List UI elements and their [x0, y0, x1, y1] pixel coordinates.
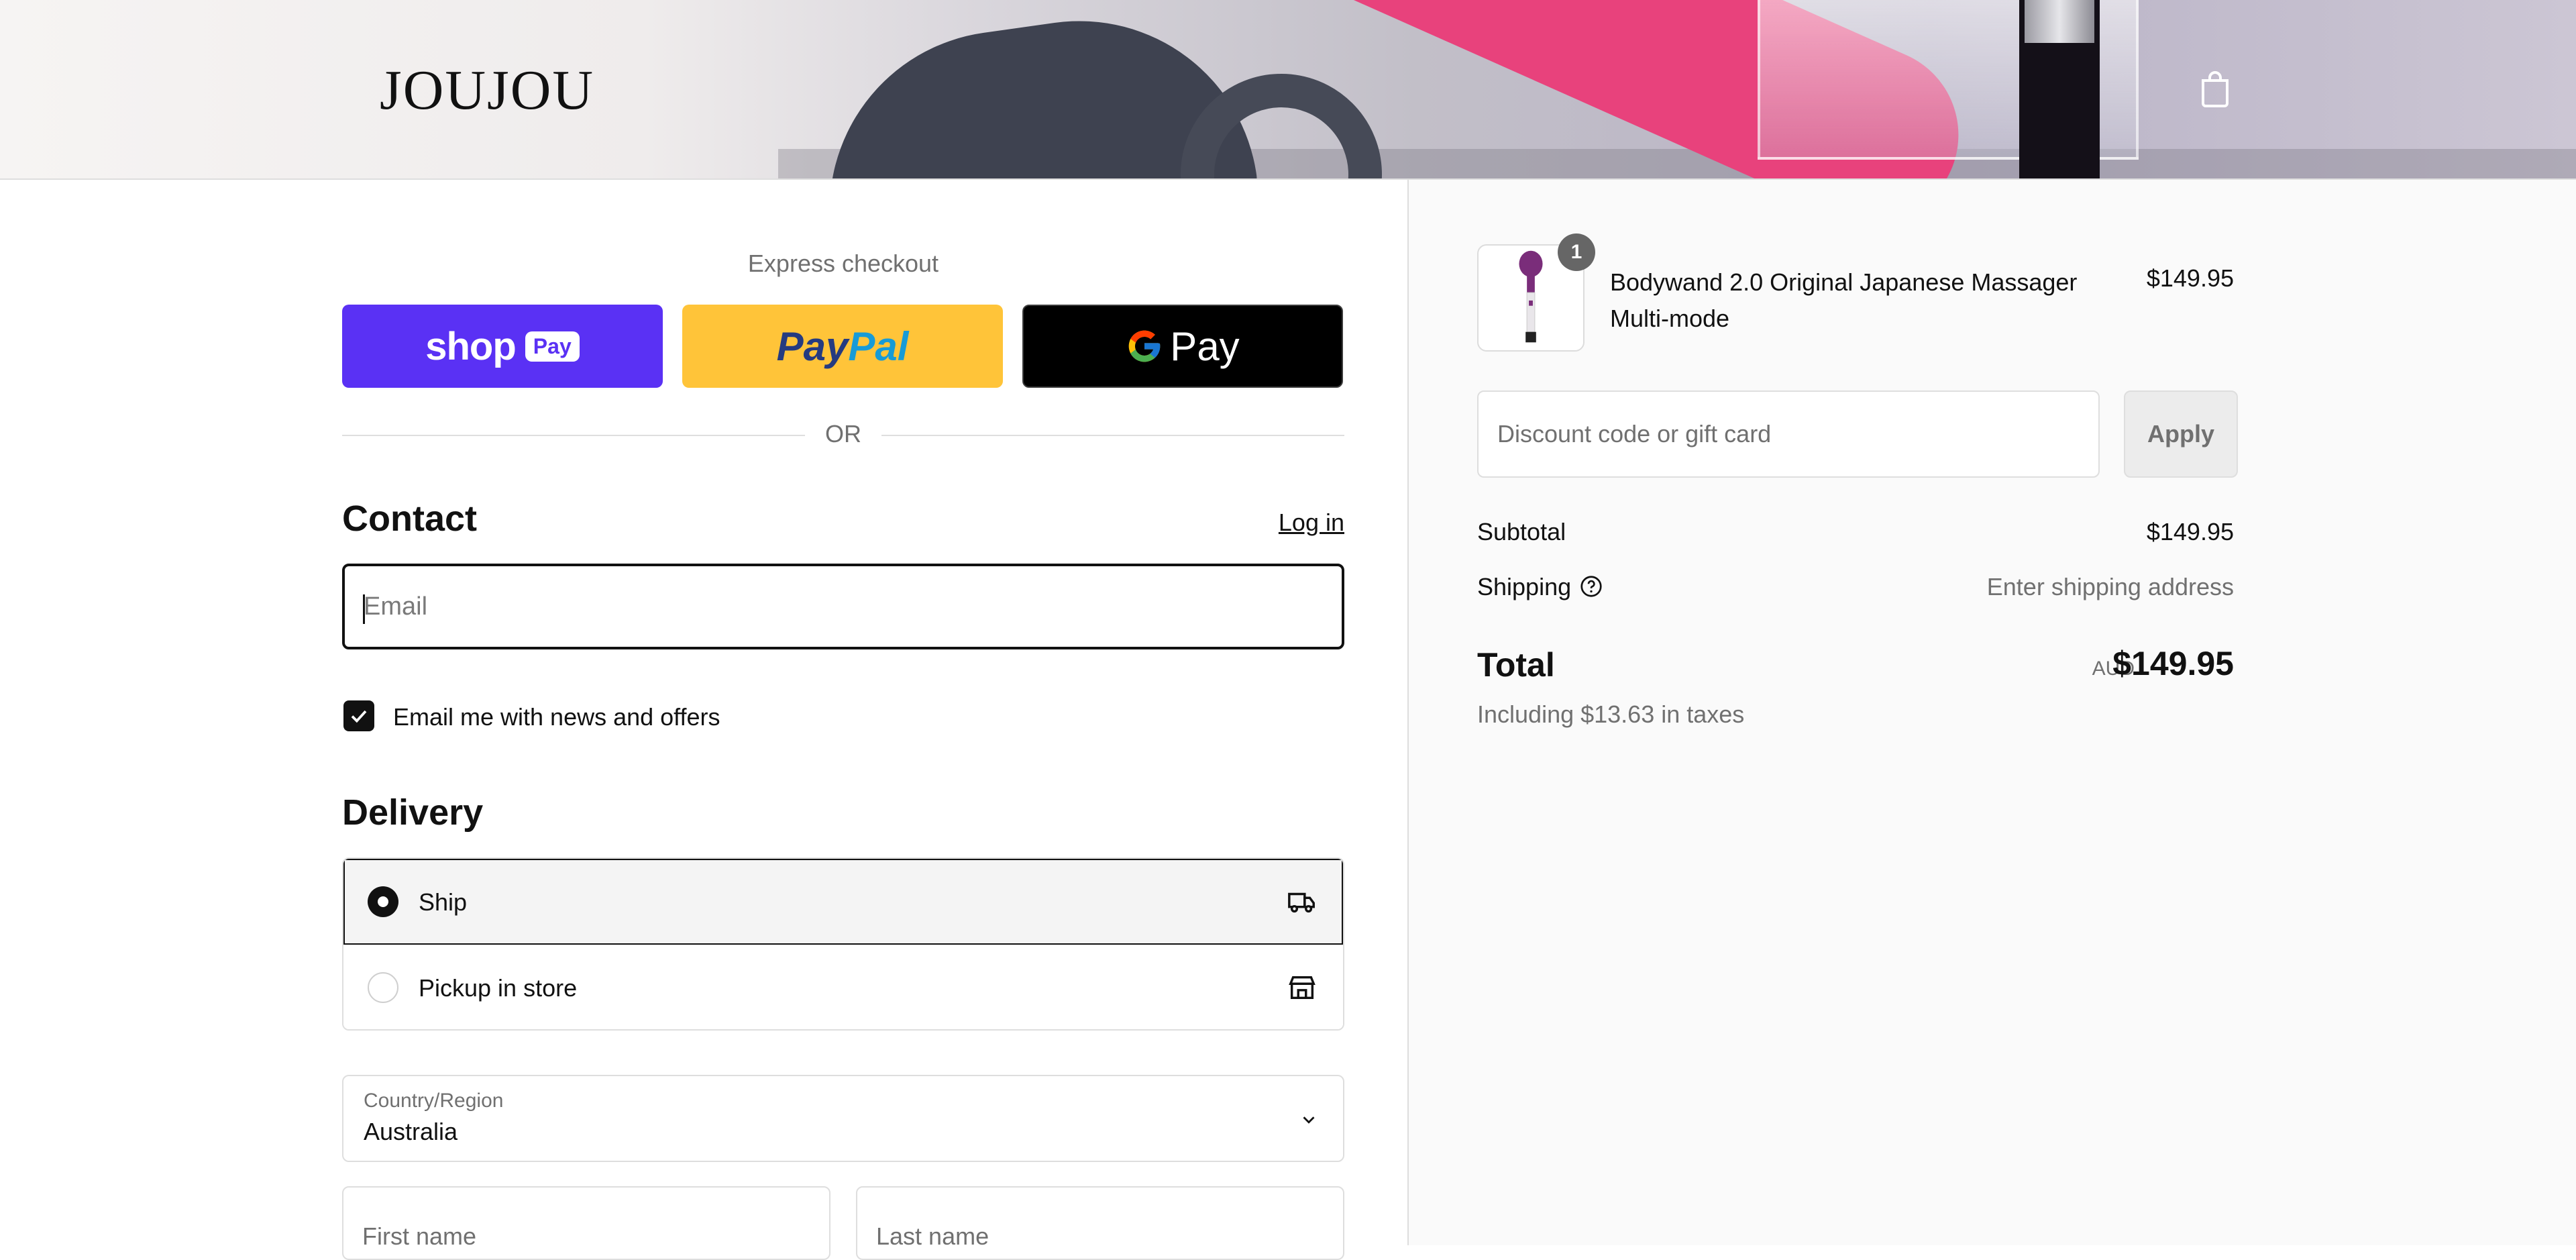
country-value: Australia	[364, 1118, 458, 1145]
help-circle-icon[interactable]	[1579, 574, 1603, 598]
total-label: Total	[1477, 646, 1555, 684]
store-icon	[1289, 976, 1316, 1000]
header-banner: JOUJOU	[0, 0, 2576, 180]
or-divider: OR	[342, 420, 1344, 450]
newsletter-label: Email me with news and offers	[393, 703, 720, 731]
delivery-method-group: Ship Pickup in store	[342, 857, 1344, 1031]
store-logo[interactable]: JOUJOU	[380, 58, 594, 123]
text-caret	[363, 594, 365, 624]
pickup-radio[interactable]	[368, 972, 398, 1003]
shop-pay-pill: Pay	[525, 331, 580, 362]
shopping-bag-icon[interactable]	[2199, 70, 2231, 107]
product-name: Bodywand 2.0 Original Japanese Massager …	[1610, 268, 2078, 332]
delivery-option-pickup[interactable]: Pickup in store	[343, 945, 1343, 1029]
google-pay-label: Pay	[1170, 323, 1240, 369]
paypal-wordmark-part2: Pal	[848, 323, 909, 369]
order-summary: 1 Bodywand 2.0 Original Japanese Massage…	[1407, 180, 2576, 1245]
delivery-heading: Delivery	[342, 792, 484, 833]
shipping-value: Enter shipping address	[1986, 573, 2234, 600]
ship-label: Ship	[419, 888, 468, 916]
subtotal-label: Subtotal	[1477, 518, 1566, 545]
apply-discount-button[interactable]: Apply	[2124, 390, 2238, 478]
google-pay-button[interactable]: Pay	[1022, 305, 1343, 388]
chevron-down-icon	[1303, 1116, 1315, 1124]
first-name-field[interactable]	[342, 1186, 830, 1260]
product-price: $149.95	[2146, 264, 2234, 292]
country-caption: Country/Region	[364, 1090, 504, 1112]
checkout-form: Express checkout shop Pay Pay Pal Pay OR …	[0, 180, 1407, 1260]
contact-heading: Contact	[342, 498, 477, 539]
login-link[interactable]: Log in	[1279, 509, 1344, 537]
discount-code-input[interactable]	[1477, 390, 2100, 478]
pickup-label: Pickup in store	[419, 974, 578, 1002]
paypal-wordmark-part1: Pay	[776, 323, 849, 369]
newsletter-checkbox[interactable]	[343, 700, 374, 731]
taxes-note: Including $13.63 in taxes	[1477, 700, 1745, 728]
express-checkout-title: Express checkout	[747, 250, 939, 277]
delivery-option-ship[interactable]: Ship	[343, 859, 1343, 945]
or-label: OR	[825, 420, 861, 448]
paypal-button[interactable]: Pay Pal	[682, 305, 1003, 388]
checkmark-icon	[351, 710, 367, 723]
last-name-field[interactable]	[856, 1186, 1344, 1260]
country-select[interactable]: Country/Region Australia	[342, 1075, 1344, 1162]
ship-radio[interactable]	[368, 886, 398, 917]
quantity-badge: 1	[1558, 233, 1595, 271]
shop-pay-wordmark: shop	[425, 324, 517, 368]
google-g-icon	[1128, 330, 1161, 362]
email-field[interactable]	[342, 564, 1344, 649]
shop-pay-button[interactable]: shop Pay	[342, 305, 663, 388]
subtotal-value: $149.95	[2146, 518, 2234, 545]
shipping-label: Shipping	[1477, 573, 1572, 600]
total-value: $149.95	[2112, 645, 2234, 682]
truck-icon	[1288, 892, 1315, 913]
banner-bottle-cap	[2025, 0, 2094, 43]
